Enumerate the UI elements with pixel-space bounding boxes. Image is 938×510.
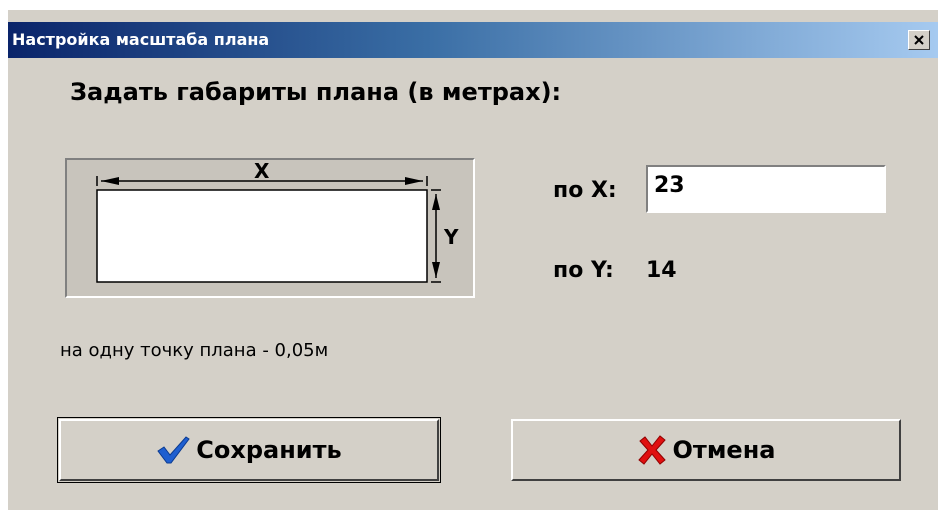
checkmark-icon: [156, 435, 190, 465]
scale-info: на одну точку плана - 0,05м: [60, 340, 329, 361]
close-button[interactable]: [908, 30, 930, 50]
cancel-button[interactable]: Отмена: [511, 419, 901, 481]
y-field-label: по Y:: [553, 258, 614, 283]
dialog-window: Настройка масштаба плана Задать габариты…: [8, 10, 938, 510]
close-icon: [914, 35, 924, 45]
red-x-icon: [637, 435, 667, 465]
save-button[interactable]: Сохранить: [59, 419, 439, 481]
window-title: Настройка масштаба плана: [12, 30, 270, 49]
diagram-y-label: Y: [443, 225, 459, 249]
cancel-button-label: Отмена: [672, 436, 776, 464]
window-frame-top: [8, 10, 938, 22]
diagram-x-label: X: [254, 160, 270, 183]
x-dimension-input[interactable]: 23: [646, 165, 886, 213]
title-bar[interactable]: Настройка масштаба плана: [8, 22, 938, 58]
dimensions-heading: Задать габариты плана (в метрах):: [70, 78, 562, 106]
plan-diagram-illustration: X Y: [96, 160, 459, 283]
x-field-label: по X:: [553, 178, 617, 203]
save-button-label: Сохранить: [196, 436, 342, 464]
plan-rectangle: [96, 189, 428, 283]
plan-diagram: X Y: [65, 158, 475, 298]
y-dimension-value: 14: [646, 258, 677, 283]
